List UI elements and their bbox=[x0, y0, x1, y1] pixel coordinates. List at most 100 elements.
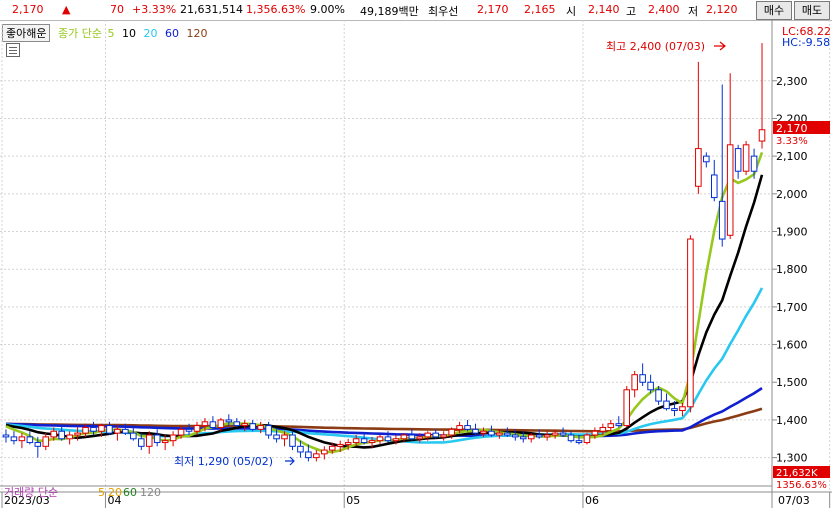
tick-label-y: 1,400 bbox=[776, 414, 808, 427]
candle-body bbox=[696, 149, 702, 187]
sell-button[interactable]: 매도 bbox=[794, 1, 830, 20]
candle-body bbox=[3, 435, 9, 437]
candle-body bbox=[210, 422, 216, 428]
price-change-pct: +3.33% bbox=[132, 3, 176, 16]
tick-label-y: 1,600 bbox=[776, 339, 808, 352]
candle-body bbox=[457, 426, 463, 430]
candle-body bbox=[178, 429, 184, 435]
tick-label-y: 1,800 bbox=[776, 263, 808, 276]
min-arrow-icon bbox=[285, 457, 294, 465]
volume-ma60-legend: 60 bbox=[123, 486, 137, 499]
candle-body bbox=[107, 426, 113, 434]
volume-value: 21,631,514 bbox=[180, 3, 243, 16]
candle-body bbox=[433, 433, 439, 437]
candle-body bbox=[680, 407, 686, 411]
last-price-tag-text: 2,170 bbox=[776, 122, 808, 135]
stock-chart[interactable]: 1,3001,4001,5001,6001,7001,8001,9002,000… bbox=[0, 20, 832, 508]
candle-body bbox=[186, 429, 192, 431]
trade-amount: 49,189백만 bbox=[360, 3, 419, 19]
candle-body bbox=[250, 424, 256, 430]
candle-body bbox=[608, 424, 614, 428]
candle-body bbox=[314, 454, 320, 458]
candle-body bbox=[146, 435, 152, 446]
candle-body bbox=[322, 450, 328, 454]
candle-body bbox=[552, 433, 558, 435]
volume-ma20-legend: 20 bbox=[108, 486, 122, 499]
buy-button[interactable]: 매수 bbox=[756, 1, 792, 20]
low-price: 2,120 bbox=[706, 3, 738, 16]
candle-body bbox=[481, 431, 487, 433]
candle-body bbox=[425, 433, 431, 437]
candle-body bbox=[290, 435, 296, 446]
candle-body bbox=[131, 433, 137, 439]
candle-body bbox=[170, 435, 176, 441]
candle-body bbox=[353, 439, 359, 443]
candle-body bbox=[115, 429, 121, 433]
candle-body bbox=[544, 435, 550, 437]
candle-body bbox=[385, 437, 391, 441]
candle-body bbox=[274, 435, 280, 439]
candle-body bbox=[441, 435, 447, 437]
candle-body bbox=[711, 175, 717, 198]
best-ask-price: 2,170 bbox=[477, 3, 509, 16]
candle-body bbox=[632, 375, 638, 390]
candle-body bbox=[449, 429, 455, 435]
candle-body bbox=[369, 441, 375, 443]
candle-body bbox=[600, 427, 606, 431]
volume-ma120-legend: 120 bbox=[140, 486, 161, 499]
candle-body bbox=[719, 201, 725, 239]
tick-label-y: 1,700 bbox=[776, 301, 808, 314]
candle-body bbox=[282, 435, 288, 439]
tick-label-x: 06 bbox=[585, 494, 599, 507]
turnover-value: 9.00% bbox=[310, 3, 345, 16]
candle-body bbox=[576, 441, 582, 443]
tick-label-y: 2,300 bbox=[776, 75, 808, 88]
up-arrow-icon: ▲ bbox=[62, 3, 70, 16]
candle-body bbox=[409, 435, 415, 439]
candle-body bbox=[83, 427, 89, 433]
last-price-pct: 3.33% bbox=[776, 136, 808, 147]
candle-body bbox=[489, 431, 495, 435]
best-bid-label: 최우선 bbox=[428, 3, 458, 19]
tick-label-y: 1,500 bbox=[776, 376, 808, 389]
ma10-line bbox=[6, 175, 762, 448]
candle-body bbox=[592, 431, 598, 435]
candle-body bbox=[202, 422, 208, 426]
candle-body bbox=[664, 401, 670, 409]
tick-label-y: 2,000 bbox=[776, 188, 808, 201]
candle-body bbox=[393, 439, 399, 441]
candle-body bbox=[656, 390, 662, 401]
candle-body bbox=[234, 422, 240, 426]
candles bbox=[3, 43, 765, 461]
tick-label-x: 05 bbox=[346, 494, 360, 507]
candle-body bbox=[123, 429, 129, 433]
candle-body bbox=[727, 145, 733, 235]
candle-body bbox=[329, 446, 335, 450]
candle-body bbox=[242, 424, 248, 426]
candle-body bbox=[640, 375, 646, 383]
candle-body bbox=[497, 433, 503, 435]
candle-body bbox=[560, 433, 566, 435]
candle-body bbox=[218, 420, 224, 428]
candle-body bbox=[417, 437, 423, 439]
candle-body bbox=[568, 435, 574, 441]
max-annotation: 최고 2,400 (07/03) bbox=[606, 40, 705, 53]
candle-body bbox=[688, 239, 694, 407]
candle-body bbox=[473, 429, 479, 433]
volume-tag-text: 21,632K bbox=[776, 468, 818, 479]
high-label: 고 bbox=[626, 3, 636, 19]
candle-body bbox=[751, 156, 757, 171]
candle-body bbox=[99, 426, 105, 432]
candle-body bbox=[528, 435, 534, 439]
high-price: 2,400 bbox=[648, 3, 680, 16]
volume-ma5-legend: 5 bbox=[98, 486, 105, 499]
candle-body bbox=[759, 130, 765, 141]
candle-body bbox=[258, 426, 264, 430]
candle-body bbox=[536, 435, 542, 437]
ma5-line bbox=[6, 152, 762, 452]
candle-body bbox=[377, 437, 383, 441]
candle-body bbox=[35, 443, 41, 447]
tick-label-y: 2,100 bbox=[776, 150, 808, 163]
volume-pct: 1356.63% bbox=[776, 480, 827, 491]
hc-label: HC:-9.58 bbox=[782, 36, 830, 49]
